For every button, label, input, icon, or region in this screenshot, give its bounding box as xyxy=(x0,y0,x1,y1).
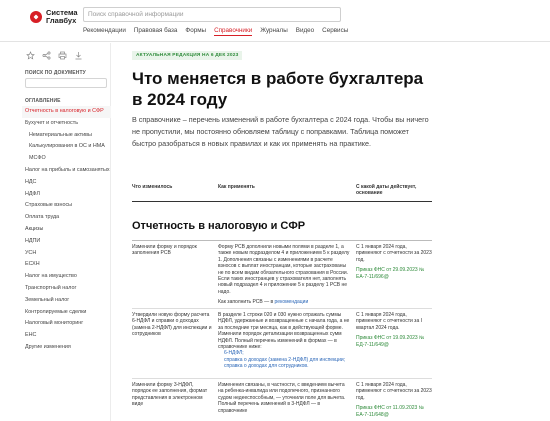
table-header: Что изменилось Как применять С какой дат… xyxy=(132,182,432,202)
table-row: Изменили форму 3-НДФЛ, порядок ее заполн… xyxy=(132,379,432,421)
nav-forms[interactable]: Формы xyxy=(185,27,206,36)
income-cert-employees-link[interactable]: справка о доходах для сотрудников. xyxy=(218,363,350,369)
nav-video[interactable]: Видео xyxy=(296,27,314,36)
toc-item[interactable]: Отчетность в налоговую и СФР xyxy=(22,106,111,118)
toc-list: Отчетность в налоговую и СФР Бухучет и о… xyxy=(22,106,111,354)
page-title: Что меняется в работе бухгалтера в 2024 … xyxy=(132,69,424,109)
basis-link[interactable]: Приказ ФНС от 11.09.2023 № ЕА-7-11/648@ xyxy=(356,405,432,418)
cell-how: В разделе 1 строки 020 и 030 нужно отраж… xyxy=(218,312,350,370)
toc-item[interactable]: НДС xyxy=(25,177,111,189)
cell-how: Форму РСВ дополнили новыми полями в разд… xyxy=(218,244,350,306)
toc-item[interactable]: Калькулирования в ОС и НМА xyxy=(25,141,111,153)
cell-when: С 1 января 2024 года, применяют с отчетн… xyxy=(356,312,432,348)
toc-item[interactable]: Нематериальные активы xyxy=(25,130,111,142)
nav-services[interactable]: Сервисы xyxy=(322,27,348,36)
logo-icon xyxy=(30,11,42,23)
doc-tools xyxy=(26,51,83,60)
toc-item[interactable]: НДПИ xyxy=(25,236,111,248)
bookmark-icon[interactable] xyxy=(26,51,35,60)
logo[interactable]: Система Главбух xyxy=(30,9,78,25)
toc-item[interactable]: Страховые взносы xyxy=(25,200,111,212)
toc-item[interactable]: Налог на имущество xyxy=(25,271,111,283)
toc-item[interactable]: Транспортный налог xyxy=(25,283,111,295)
toc-item[interactable]: Земельный налог xyxy=(25,295,111,307)
col-how: Как применять xyxy=(218,184,255,190)
share-icon[interactable] xyxy=(42,51,51,60)
nav-reference[interactable]: Справочники xyxy=(214,27,253,36)
edition-badge: АКТУАЛЬНАЯ РЕДАКЦИЯ НА 6 ДЕК 2023 xyxy=(132,51,243,60)
toc-item[interactable]: Налог на прибыль и самозанятых xyxy=(25,165,111,177)
toc-item[interactable]: ЕСХН xyxy=(25,259,111,271)
nav-legal-base[interactable]: Правовая база xyxy=(134,27,178,36)
cell-what: Изменили форму и порядок заполнения РСВ xyxy=(132,244,197,257)
toc-item[interactable]: МСФО xyxy=(25,153,111,165)
col-what: Что изменилось xyxy=(132,184,173,190)
toc-item[interactable]: ЕНС xyxy=(25,330,111,342)
download-icon[interactable] xyxy=(74,51,83,60)
print-icon[interactable] xyxy=(58,51,67,60)
search-in-doc-label: ПОИСК ПО ДОКУМЕНТУ xyxy=(25,70,86,76)
toc-item[interactable]: Налоговый мониторинг xyxy=(25,318,111,330)
toc-item[interactable]: УСН xyxy=(25,248,111,260)
toc-item[interactable]: Акцизы xyxy=(25,224,111,236)
table-row: Утвердили новую форму расчета 6-НДФЛ и с… xyxy=(132,309,432,379)
basis-link[interactable]: Приказ ФНС от 19.09.2023 № ЕД-7-11/649@ xyxy=(356,335,432,348)
top-header: Система Главбух Поиск справочной информа… xyxy=(0,0,550,42)
cell-what: Изменили форму 3-НДФЛ, порядок ее заполн… xyxy=(132,382,208,408)
col-when: С какой даты действует, основание xyxy=(356,184,417,196)
cell-what: Утвердили новую форму расчета 6-НДФЛ и с… xyxy=(132,312,212,338)
logo-line2: Главбух xyxy=(46,16,77,25)
recommendation-link[interactable]: рекомендации xyxy=(275,299,309,305)
toc-item[interactable]: Бухучет и отчетность xyxy=(25,118,111,130)
search-input[interactable]: Поиск справочной информации xyxy=(83,7,341,22)
toc-item[interactable]: НДФЛ xyxy=(25,189,111,201)
toc-item[interactable]: Другие изменения xyxy=(25,342,111,354)
table-row: Изменили форму и порядок заполнения РСВ … xyxy=(132,241,432,309)
top-nav: Рекомендации Правовая база Формы Справоч… xyxy=(83,27,348,36)
nav-journals[interactable]: Журналы xyxy=(260,27,288,36)
cell-how: Изменения связаны, в частности, с введен… xyxy=(218,382,346,414)
toc-item[interactable]: Оплата труда xyxy=(25,212,111,224)
toc-label: ОГЛАВЛЕНИЕ xyxy=(25,98,61,104)
toc-item[interactable]: Контролируемые сделки xyxy=(25,307,111,319)
cell-when: С 1 января 2024 года, применяют с отчетн… xyxy=(356,382,432,418)
nav-recommendations[interactable]: Рекомендации xyxy=(83,27,126,36)
lead-paragraph: В справочнике – перечень изменений в раб… xyxy=(132,115,429,148)
sidebar: ПОИСК ПО ДОКУМЕНТУ ОГЛАВЛЕНИЕ Отчетность… xyxy=(0,43,111,421)
basis-link[interactable]: Приказ ФНС от 29.09.2023 № ЕА-7-11/696@ xyxy=(356,267,432,280)
cell-when: С 1 января 2024 года, применяют с отчетн… xyxy=(356,244,432,280)
search-in-doc-input[interactable] xyxy=(25,78,107,88)
section-title: Отчетность в налоговую и СФР xyxy=(132,220,306,232)
